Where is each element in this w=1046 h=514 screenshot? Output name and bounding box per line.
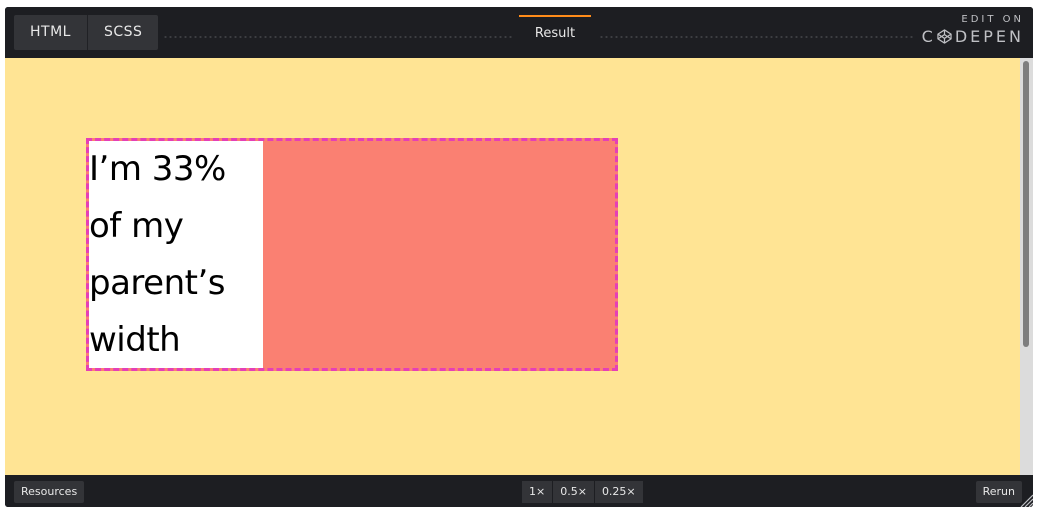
child-box: I’m 33% of my parent’s width [89, 141, 263, 368]
result-pane: I’m 33% of my parent’s width [5, 58, 1033, 475]
scrollbar-thumb[interactable] [1023, 61, 1029, 347]
brand-edit-on: EDIT ON [961, 14, 1024, 25]
divider-dots-left [163, 36, 513, 38]
bottom-bar: Resources 1× 0.5× 0.25× Rerun [5, 475, 1033, 507]
zoom-1x-button[interactable]: 1× [522, 481, 553, 503]
brand-depen: DEPEN [954, 27, 1024, 46]
result-scrollbar[interactable] [1020, 58, 1033, 475]
brand-logo: C DEPEN [922, 27, 1024, 46]
child-text-line: I’m 33% [89, 149, 226, 189]
rerun-button[interactable]: Rerun [975, 481, 1022, 503]
zoom-0-5x-button[interactable]: 0.5× [552, 481, 594, 503]
codepen-embed: HTML SCSS Result EDIT ON C DEPEN I’m 33%… [5, 7, 1033, 507]
child-text-line: parent’s [89, 263, 225, 303]
divider-dots-right [599, 36, 915, 38]
top-bar: HTML SCSS Result EDIT ON C DEPEN [5, 7, 1033, 58]
codepen-cube-icon [937, 29, 952, 44]
child-text-line: width [89, 320, 181, 360]
zoom-0-25x-button[interactable]: 0.25× [593, 481, 643, 503]
child-text-line: of my [89, 206, 184, 246]
edit-on-codepen-link[interactable]: EDIT ON C DEPEN [922, 14, 1021, 46]
brand-c: C [921, 27, 936, 46]
editor-tabs: HTML SCSS [14, 15, 159, 50]
tab-result[interactable]: Result [519, 15, 591, 50]
tab-html[interactable]: HTML [14, 15, 87, 50]
zoom-controls: 1× 0.5× 0.25× [522, 481, 643, 503]
tab-scss[interactable]: SCSS [86, 15, 159, 50]
resources-button[interactable]: Resources [14, 481, 85, 503]
parent-box: I’m 33% of my parent’s width [86, 138, 618, 371]
resize-grip-icon[interactable] [1019, 493, 1033, 507]
